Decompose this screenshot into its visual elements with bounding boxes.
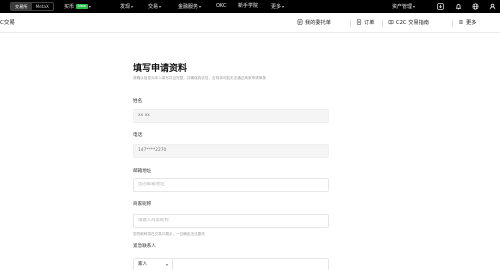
orders-link[interactable]: 订单 — [356, 13, 374, 33]
name-label: 姓名 — [133, 99, 143, 104]
emergency-contact-label: 紧急联系人 — [133, 244, 156, 249]
phone-label: 电话 — [133, 133, 143, 138]
nav-buy-crypto-label: 买币 — [64, 4, 75, 10]
more-link[interactable]: 更多 — [458, 13, 476, 33]
new-badge: New — [76, 4, 88, 9]
chevron-down-icon: ▾ — [282, 4, 285, 9]
nav-trade[interactable]: 交易▾ — [148, 0, 161, 13]
my-orders-label: 我的委托单 — [305, 20, 331, 26]
nickname-label: 商家昵称 — [133, 202, 152, 207]
email-input[interactable] — [138, 182, 328, 187]
form-description: 请确认信息为本人填写并且完整，并确保真实性，否则将可能无法通过商家申请审核 — [133, 76, 266, 80]
nickname-hint: 您的昵称将在交易口展示，一旦确定无法更改 — [133, 232, 205, 236]
list-icon — [297, 19, 303, 25]
top-navigation-bar: 交易所 MetaX 买币 New ▾ 发现▾ 交易▾ 金融服务▾ OKC 新手学院 … — [0, 0, 500, 13]
nav-buy-crypto[interactable]: 买币 New ▾ — [64, 0, 91, 13]
c2c-guide-label: C2C 交易指南 — [396, 20, 429, 26]
nav-finance-label: 金融服务 — [178, 4, 199, 10]
relationship-value: 家人 — [138, 262, 148, 267]
nav-okc[interactable]: OKC — [216, 0, 226, 13]
orders-label: 订单 — [364, 20, 375, 26]
nickname-input[interactable] — [138, 218, 328, 223]
nav-asset-label: 资产管理 — [392, 4, 413, 10]
divider — [452, 20, 453, 27]
page-section-title: C交易 — [0, 20, 15, 26]
nav-discover[interactable]: 发现▾ — [120, 0, 133, 13]
chevron-down-icon: ▾ — [165, 262, 168, 267]
platform-switch[interactable]: 交易所 MetaX — [10, 2, 54, 11]
chevron-down-icon: ▾ — [88, 4, 91, 9]
phone-field: 147****2270 — [133, 144, 329, 158]
nav-finance[interactable]: 金融服务▾ — [178, 0, 201, 13]
more-icon — [458, 19, 464, 25]
chevron-down-icon: ▾ — [131, 4, 134, 9]
user-icon[interactable] — [489, 3, 496, 10]
nav-more[interactable]: 更多▾ — [271, 0, 284, 13]
nav-discover-label: 发现 — [120, 4, 131, 10]
email-field[interactable] — [133, 178, 329, 192]
nav-more-label: 更多 — [271, 4, 282, 10]
divider — [350, 20, 351, 27]
nav-asset-management[interactable]: 资产管理▾ — [392, 0, 415, 13]
chevron-down-icon: ▾ — [413, 4, 416, 9]
name-value: xx xx — [138, 113, 150, 118]
book-icon — [388, 19, 394, 25]
name-field: xx xx — [133, 109, 329, 123]
form-title: 填写申请资料 — [133, 64, 188, 74]
emergency-contact-field[interactable] — [172, 258, 329, 270]
metax-tab[interactable]: MetaX — [32, 3, 53, 10]
c2c-guide-link[interactable]: C2C 交易指南 — [388, 13, 429, 33]
relationship-select[interactable]: 家人 ▾ — [133, 258, 173, 270]
nav-academy[interactable]: 新手学院 — [238, 0, 258, 13]
exchange-tab[interactable]: 交易所 — [11, 3, 32, 10]
document-icon — [356, 19, 362, 25]
globe-icon[interactable] — [472, 3, 479, 10]
more-label: 更多 — [466, 20, 477, 26]
nav-trade-label: 交易 — [148, 4, 159, 10]
bell-icon[interactable] — [455, 3, 462, 10]
nav-academy-label: 新手学院 — [238, 3, 259, 9]
download-icon[interactable] — [437, 3, 444, 10]
divider — [382, 20, 383, 27]
my-orders-link[interactable]: 我的委托单 — [297, 13, 331, 33]
phone-value: 147****2270 — [138, 148, 167, 153]
chevron-down-icon: ▾ — [159, 4, 162, 9]
nickname-field[interactable] — [133, 214, 329, 228]
email-label: 邮箱地址 — [133, 169, 152, 174]
c2c-sub-header: C交易 我的委托单 订单 C2C 交易指南 更多 — [0, 13, 500, 33]
chevron-down-icon: ▾ — [199, 4, 202, 9]
nav-okc-label: OKC — [216, 3, 227, 9]
emergency-contact-combo: 家人 ▾ — [133, 258, 329, 270]
